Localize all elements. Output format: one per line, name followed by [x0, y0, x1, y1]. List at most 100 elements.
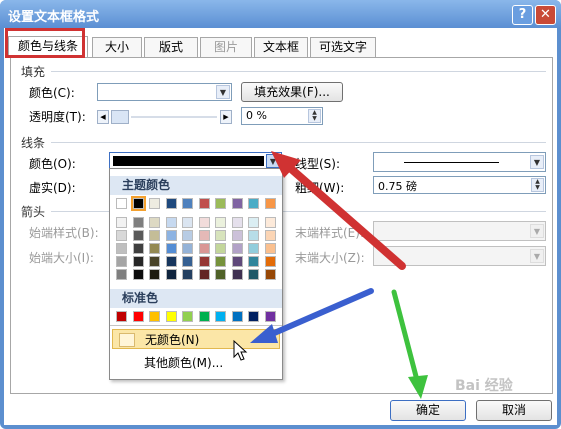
- theme-color-swatch[interactable]: [198, 198, 210, 209]
- slider-right-icon[interactable]: ▶: [220, 110, 232, 124]
- theme-shade-swatch[interactable]: [264, 269, 276, 280]
- theme-shade-swatch[interactable]: [215, 269, 226, 280]
- theme-shade-swatch[interactable]: [231, 230, 243, 241]
- no-color-item[interactable]: 无颜色(N): [112, 329, 280, 349]
- theme-shade-swatch[interactable]: [198, 256, 210, 267]
- theme-shade-swatch[interactable]: [149, 243, 160, 254]
- cancel-button[interactable]: 取消: [476, 400, 552, 421]
- transparency-input[interactable]: 0 % ▲ ▼: [241, 107, 323, 125]
- theme-shade-swatch[interactable]: [198, 230, 210, 241]
- chevron-down-icon[interactable]: ▼: [266, 154, 280, 168]
- theme-shade-swatch[interactable]: [116, 269, 127, 280]
- theme-color-swatch[interactable]: [116, 198, 127, 209]
- fill-effects-button[interactable]: 填充效果(F)...: [241, 82, 343, 102]
- theme-color-swatch[interactable]: [165, 198, 177, 209]
- arrows-section-title: 箭头: [21, 205, 46, 219]
- theme-shade-swatch[interactable]: [264, 243, 276, 254]
- theme-shade-swatch[interactable]: [182, 230, 193, 241]
- standard-color-swatch[interactable]: [149, 311, 160, 322]
- slider-thumb[interactable]: [111, 110, 129, 124]
- theme-shade-swatch[interactable]: [248, 256, 259, 267]
- theme-shade-swatch[interactable]: [198, 243, 210, 254]
- chevron-down-icon[interactable]: ▼: [530, 155, 544, 169]
- standard-color-swatch[interactable]: [116, 311, 127, 322]
- theme-shade-swatch[interactable]: [248, 217, 259, 228]
- theme-shade-swatch[interactable]: [165, 217, 177, 228]
- more-colors-item[interactable]: 其他颜色(M)...: [112, 353, 280, 373]
- dash-label: 虚实(D):: [29, 181, 76, 195]
- spin-arrows-icon[interactable]: ▲ ▼: [531, 178, 544, 192]
- theme-color-swatch[interactable]: [215, 198, 226, 209]
- chevron-down-icon: ▼: [530, 224, 544, 238]
- tab-size[interactable]: 大小: [92, 37, 142, 57]
- theme-shade-swatch[interactable]: [264, 256, 276, 267]
- theme-shade-swatch[interactable]: [132, 269, 144, 280]
- theme-shade-swatch[interactable]: [149, 269, 160, 280]
- slider-left-icon[interactable]: ◀: [97, 110, 109, 124]
- theme-shade-swatch[interactable]: [116, 217, 127, 228]
- standard-color-swatch[interactable]: [231, 311, 243, 322]
- no-color-icon: [119, 333, 135, 347]
- theme-color-swatch[interactable]: [130, 196, 146, 211]
- more-colors-label: 其他颜色(M)...: [144, 356, 224, 370]
- theme-color-swatch[interactable]: [231, 198, 243, 209]
- theme-shade-swatch[interactable]: [215, 243, 226, 254]
- theme-shade-swatch[interactable]: [132, 243, 144, 254]
- theme-shade-swatch[interactable]: [215, 230, 226, 241]
- theme-shade-swatch[interactable]: [182, 217, 193, 228]
- theme-shade-swatch[interactable]: [132, 230, 144, 241]
- theme-shade-swatch[interactable]: [132, 217, 144, 228]
- theme-shade-swatch[interactable]: [264, 217, 276, 228]
- theme-shade-swatch[interactable]: [198, 217, 210, 228]
- theme-shade-swatch[interactable]: [248, 230, 259, 241]
- theme-shade-swatch[interactable]: [182, 256, 193, 267]
- line-style-select[interactable]: ▼: [373, 152, 546, 172]
- theme-shade-swatch[interactable]: [215, 256, 226, 267]
- standard-color-swatch[interactable]: [215, 311, 226, 322]
- standard-color-swatch[interactable]: [132, 311, 144, 322]
- standard-color-swatch[interactable]: [198, 311, 210, 322]
- theme-color-swatch[interactable]: [248, 198, 259, 209]
- theme-color-swatch[interactable]: [149, 198, 160, 209]
- standard-color-swatch[interactable]: [182, 311, 193, 322]
- fill-color-select[interactable]: ▼: [97, 83, 232, 101]
- theme-shade-swatch[interactable]: [165, 269, 177, 280]
- standard-color-swatch[interactable]: [264, 311, 276, 322]
- theme-shade-swatch[interactable]: [116, 230, 127, 241]
- close-button[interactable]: ✕: [535, 5, 556, 25]
- theme-shade-swatch[interactable]: [231, 269, 243, 280]
- theme-shade-swatch[interactable]: [231, 217, 243, 228]
- theme-shade-swatch[interactable]: [165, 256, 177, 267]
- theme-shade-swatch[interactable]: [231, 256, 243, 267]
- standard-color-swatch[interactable]: [165, 311, 177, 322]
- theme-shade-swatch[interactable]: [231, 243, 243, 254]
- theme-shade-swatch[interactable]: [182, 269, 193, 280]
- theme-shade-swatch[interactable]: [248, 243, 259, 254]
- tab-layout[interactable]: 版式: [144, 37, 198, 57]
- theme-shade-swatch[interactable]: [264, 230, 276, 241]
- transparency-slider[interactable]: ◀ ▶: [97, 110, 232, 124]
- theme-shade-swatch[interactable]: [149, 217, 160, 228]
- line-color-dropdown: 主题颜色 标准色 无颜色(N) 其他颜色(M)...: [109, 168, 283, 380]
- standard-color-swatch[interactable]: [248, 311, 259, 322]
- theme-shade-swatch[interactable]: [116, 256, 127, 267]
- theme-shade-swatch[interactable]: [116, 243, 127, 254]
- tab-textbox[interactable]: 文本框: [254, 37, 308, 57]
- weight-input[interactable]: 0.75 磅 ▲ ▼: [373, 176, 546, 194]
- ok-button[interactable]: 确定: [390, 400, 466, 421]
- theme-shade-swatch[interactable]: [132, 256, 144, 267]
- theme-shade-swatch[interactable]: [198, 269, 210, 280]
- theme-color-swatch[interactable]: [182, 198, 193, 209]
- help-button[interactable]: ?: [512, 5, 533, 25]
- theme-shade-swatch[interactable]: [149, 230, 160, 241]
- theme-shade-swatch[interactable]: [165, 243, 177, 254]
- theme-color-swatch[interactable]: [264, 198, 276, 209]
- spin-arrows-icon[interactable]: ▲ ▼: [308, 109, 321, 123]
- theme-shade-swatch[interactable]: [248, 269, 259, 280]
- tab-alt-text[interactable]: 可选文字: [310, 37, 376, 57]
- theme-shade-swatch[interactable]: [215, 217, 226, 228]
- chevron-down-icon[interactable]: ▼: [216, 85, 230, 99]
- theme-shade-swatch[interactable]: [165, 230, 177, 241]
- theme-shade-swatch[interactable]: [149, 256, 160, 267]
- theme-shade-swatch[interactable]: [182, 243, 193, 254]
